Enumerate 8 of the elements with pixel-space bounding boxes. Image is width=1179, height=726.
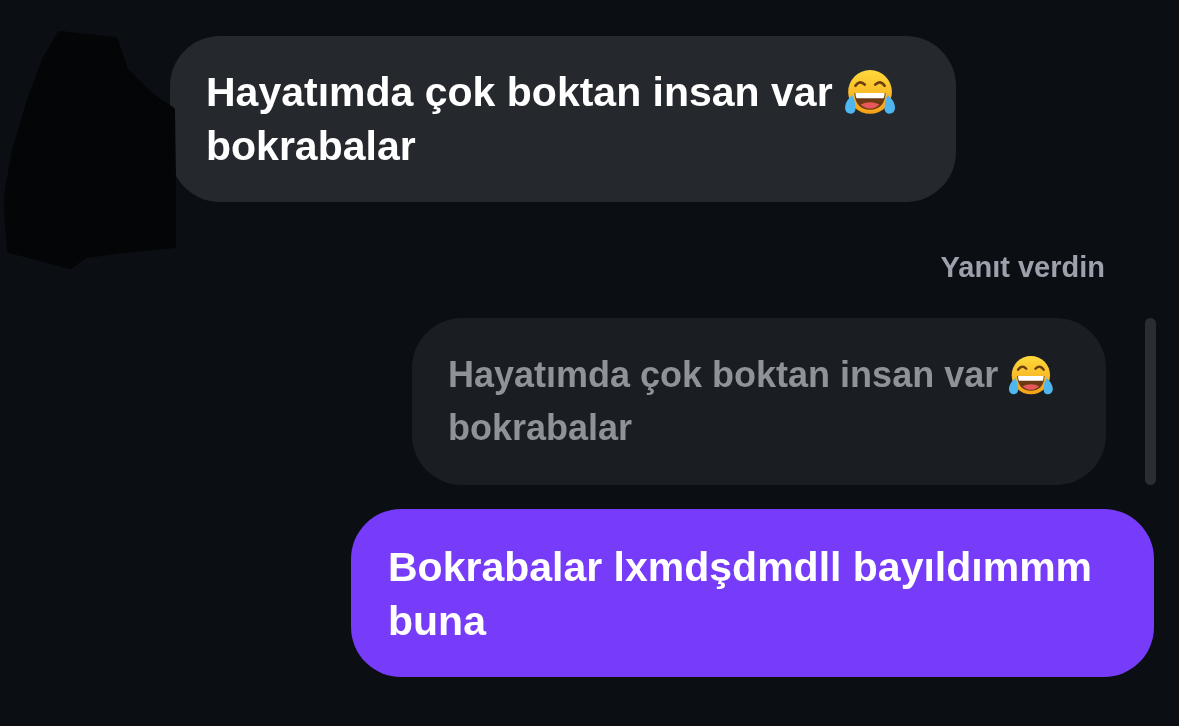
message-text: bokrabalar — [206, 123, 416, 169]
laughing-face-icon — [1008, 354, 1054, 395]
reply-label: Yanıt verdin — [940, 250, 1105, 285]
quoted-text: bokrabalar — [448, 407, 633, 448]
laughing-face-icon — [844, 69, 897, 115]
message-text: Bokrabalar lxmdşdmdll bayıldımmm buna — [388, 544, 1093, 644]
message-text: Hayatımda çok boktan insan var — [206, 69, 833, 115]
quoted-text: Hayatımda çok boktan insan var — [448, 354, 999, 395]
